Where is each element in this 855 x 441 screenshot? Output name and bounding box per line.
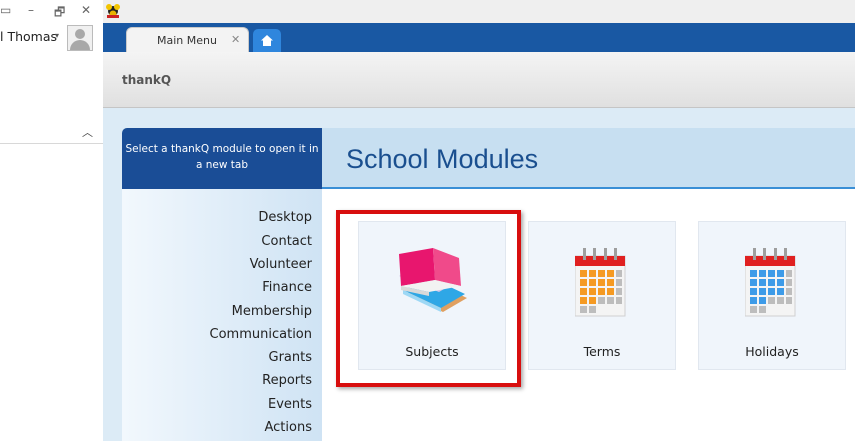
home-icon: [261, 35, 273, 46]
tile-label: Subjects: [405, 344, 459, 359]
tab-home[interactable]: [253, 29, 281, 52]
tile-subjects[interactable]: Subjects: [358, 221, 506, 370]
sidebar-item-desktop[interactable]: Desktop: [258, 210, 312, 225]
tab-main-menu[interactable]: Main Menu ✕: [126, 27, 249, 52]
calendar-orange-icon: [575, 248, 626, 317]
avatar[interactable]: [67, 25, 93, 51]
user-menu[interactable]: l Thomas ▾: [0, 24, 103, 51]
user-name: l Thomas: [0, 29, 58, 44]
app-header: thankQ: [103, 52, 855, 108]
close-window-button[interactable]: ✕: [81, 3, 91, 17]
chevron-up-icon[interactable]: ︿: [82, 124, 93, 140]
tab-label: Main Menu: [157, 34, 217, 47]
tile-label: Holidays: [745, 344, 799, 359]
calendar-blue-icon: [745, 248, 796, 317]
divider: [0, 143, 103, 144]
sidebar-item-finance[interactable]: Finance: [262, 280, 312, 295]
sidebar-item-events[interactable]: Events: [268, 397, 312, 412]
sidebar-item-actions[interactable]: Actions: [265, 420, 313, 435]
books-icon: [399, 248, 467, 312]
module-sidebar: Desktop Contact Volunteer Finance Member…: [122, 189, 322, 441]
sidebar-item-volunteer[interactable]: Volunteer: [250, 257, 312, 272]
brand-label: thankQ: [122, 73, 172, 87]
page-title: School Modules: [346, 144, 539, 174]
sidebar-item-grants[interactable]: Grants: [269, 350, 313, 365]
sidebar-item-membership[interactable]: Membership: [232, 304, 312, 319]
sidebar-item-communication[interactable]: Communication: [210, 327, 312, 342]
chevron-down-icon[interactable]: ▾: [55, 31, 59, 40]
tile-label: Terms: [583, 344, 621, 359]
window-edge-glyph: ▭: [0, 3, 12, 17]
sidebar-item-reports[interactable]: Reports: [262, 373, 312, 388]
minimize-button[interactable]: –: [28, 3, 34, 17]
page-banner: School Modules: [322, 128, 855, 189]
left-window-pane: ▭ – 🗗 ✕ l Thomas ▾ ︿: [0, 0, 104, 441]
sidebar-item-contact[interactable]: Contact: [261, 234, 312, 249]
title-bar: [103, 0, 855, 23]
close-icon[interactable]: ✕: [231, 33, 240, 46]
sidebar-heading: Select a thankQ module to open it in a n…: [122, 128, 322, 189]
restore-button[interactable]: 🗗: [54, 3, 65, 24]
tile-holidays[interactable]: Holidays: [698, 221, 846, 370]
app-logo-icon: [106, 4, 120, 18]
tile-terms[interactable]: Terms: [528, 221, 676, 370]
